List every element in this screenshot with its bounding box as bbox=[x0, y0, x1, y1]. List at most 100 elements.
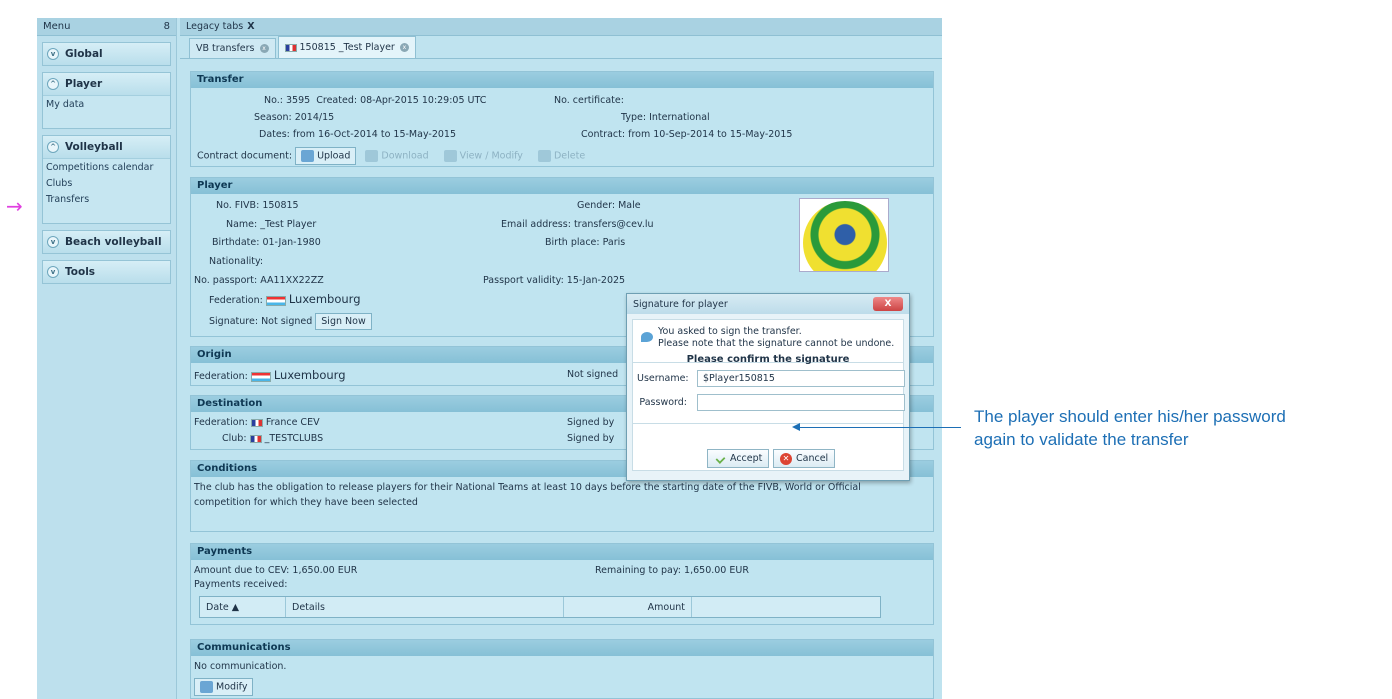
label: Federation: bbox=[209, 295, 263, 306]
transfer-section: Transfer No.: 3595 Created: 08-Apr-2015 … bbox=[190, 71, 934, 167]
dialog-info: You asked to sign the transfer. Please n… bbox=[641, 326, 894, 350]
federation-value: Luxembourg bbox=[273, 368, 346, 382]
column-details[interactable]: Details bbox=[286, 597, 564, 617]
accept-button[interactable]: Accept bbox=[707, 449, 770, 468]
view-icon bbox=[443, 150, 457, 162]
legacy-tabs-title[interactable]: Legacy tabs bbox=[186, 21, 243, 32]
label: No. passport: bbox=[194, 275, 258, 286]
column-date[interactable]: Date ▲ bbox=[200, 597, 286, 617]
volleyball-image bbox=[803, 201, 887, 271]
payments-grid-header: Date ▲ Details Amount bbox=[199, 596, 881, 618]
label: Contract: bbox=[581, 129, 626, 140]
season-value: 2014/15 bbox=[294, 112, 335, 123]
nationality-label: Nationality: bbox=[209, 256, 264, 267]
menu-group-label: Volleyball bbox=[65, 141, 123, 153]
tab-vb-transfers[interactable]: VB transfers x bbox=[189, 38, 276, 58]
upload-button[interactable]: Upload bbox=[295, 147, 357, 165]
tab-label: 150815 _Test Player bbox=[299, 42, 395, 53]
dialog-title: Signature for player bbox=[633, 298, 728, 310]
gender-value: Male bbox=[618, 200, 641, 211]
close-icon[interactable]: X bbox=[873, 297, 903, 311]
label: Email address: bbox=[501, 219, 571, 230]
label: Dates: bbox=[259, 129, 290, 140]
menu-group-player[interactable]: ^ Player My data bbox=[42, 72, 171, 129]
france-flag-icon bbox=[284, 43, 297, 52]
amount-due-value: 1,650.00 EUR bbox=[292, 565, 358, 576]
edit-icon bbox=[200, 681, 213, 693]
modify-button[interactable]: Modify bbox=[194, 678, 254, 696]
signature-dialog: Signature for player X You asked to sign … bbox=[626, 293, 910, 481]
label: Name: bbox=[226, 219, 258, 230]
close-icon[interactable]: x bbox=[259, 44, 269, 53]
delete-icon bbox=[537, 150, 551, 162]
username-field[interactable]: $Player150815 bbox=[697, 370, 905, 387]
section-title: Transfer bbox=[191, 72, 933, 88]
label: Federation: bbox=[194, 371, 248, 382]
delete-button[interactable]: Delete bbox=[532, 147, 591, 165]
download-button[interactable]: Download bbox=[359, 147, 434, 165]
chevron-down-icon: v bbox=[47, 236, 59, 248]
label: No.: bbox=[264, 95, 283, 106]
menu-item-competitions-calendar[interactable]: Competitions calendar bbox=[43, 159, 170, 175]
france-flag-icon bbox=[249, 434, 262, 443]
button-label: Upload bbox=[317, 150, 351, 162]
tab-strip: VB transfers x 150815 _Test Player x bbox=[180, 36, 942, 59]
certificate-label: No. certificate: bbox=[554, 95, 624, 106]
conditions-text: The club has the obligation to release p… bbox=[194, 482, 861, 493]
payments-received-label: Payments received: bbox=[194, 579, 288, 590]
close-icon[interactable]: X bbox=[247, 21, 254, 32]
type-value: International bbox=[649, 112, 710, 123]
info-line: You asked to sign the transfer. bbox=[658, 326, 802, 337]
chevron-up-icon: ^ bbox=[47, 141, 59, 153]
luxembourg-flag-icon bbox=[250, 371, 271, 382]
divider bbox=[633, 423, 903, 424]
federation-value: France CEV bbox=[265, 417, 320, 428]
menu-group-label: Global bbox=[65, 48, 103, 60]
close-icon[interactable]: x bbox=[399, 43, 409, 52]
birthdate-value: 01-Jan-1980 bbox=[262, 237, 321, 248]
column-amount[interactable]: Amount bbox=[564, 597, 692, 617]
communications-section: Communications No communication. Modify bbox=[190, 639, 934, 699]
menu-item-transfers[interactable]: Transfers bbox=[43, 191, 170, 207]
legacy-tabs-bar: Legacy tabs X bbox=[180, 18, 942, 36]
menu-group-volleyball[interactable]: ^ Volleyball Competitions calendar Clubs … bbox=[42, 135, 171, 224]
cancel-icon: ✕ bbox=[780, 452, 792, 465]
menu-group-global[interactable]: v Global bbox=[42, 42, 171, 66]
menu-item-clubs[interactable]: Clubs bbox=[43, 175, 170, 191]
button-label: Accept bbox=[730, 453, 763, 464]
birthplace-value: Paris bbox=[602, 237, 626, 248]
menu-pin-icon[interactable]: 8 bbox=[164, 21, 170, 32]
created-value: 08-Apr-2015 10:29:05 UTC bbox=[360, 95, 487, 106]
view-modify-button[interactable]: View / Modify bbox=[438, 147, 529, 165]
label: Type: bbox=[621, 112, 647, 123]
annotation-line: again to validate the transfer bbox=[974, 430, 1189, 449]
dialog-titlebar: Signature for player X bbox=[627, 294, 909, 314]
cancel-button[interactable]: ✕ Cancel bbox=[773, 449, 836, 468]
upload-icon bbox=[301, 150, 315, 162]
sign-now-button[interactable]: Sign Now bbox=[315, 313, 372, 330]
label: Remaining to pay: bbox=[595, 565, 682, 576]
button-label: Modify bbox=[216, 681, 248, 693]
origin-status: Not signed bbox=[567, 369, 619, 380]
label: No. FIVB: bbox=[216, 200, 260, 211]
label: Club: bbox=[222, 433, 247, 444]
tab-player-transfer[interactable]: 150815 _Test Player x bbox=[277, 36, 416, 58]
name-value: _Test Player bbox=[260, 219, 317, 230]
transfer-number: 3595 bbox=[286, 95, 311, 106]
dates-value: from 16-Oct-2014 to 15-May-2015 bbox=[292, 129, 457, 140]
signature-status: Not signed bbox=[261, 316, 313, 327]
label: Signature: bbox=[209, 316, 259, 327]
button-label: Delete bbox=[553, 150, 586, 162]
menu-item-my-data[interactable]: My data bbox=[43, 96, 170, 112]
menu-group-tools[interactable]: v Tools bbox=[42, 260, 171, 284]
menu-group-label: Player bbox=[65, 78, 103, 90]
section-title: Player bbox=[191, 178, 933, 194]
button-label: Cancel bbox=[796, 453, 829, 464]
menu-group-beach-volleyball[interactable]: v Beach volleyball bbox=[42, 230, 171, 254]
confirm-heading: Please confirm the signature bbox=[686, 354, 850, 365]
passport-value: AA11XX22ZZ bbox=[260, 275, 324, 286]
validity-value: 15-Jan-2025 bbox=[566, 275, 626, 286]
checkmark-icon bbox=[715, 453, 726, 464]
password-field[interactable] bbox=[697, 394, 905, 411]
tab-label: VB transfers bbox=[196, 43, 255, 54]
